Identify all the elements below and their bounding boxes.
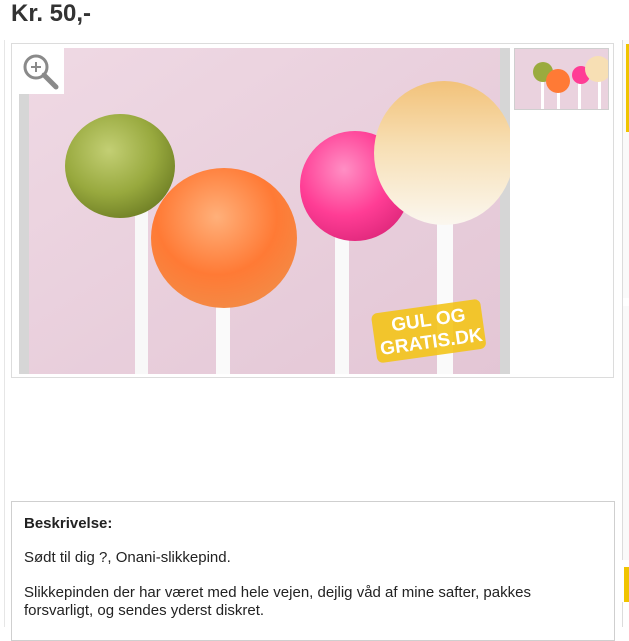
sidebar-edge xyxy=(622,40,629,560)
zoom-button[interactable] xyxy=(18,48,64,94)
sidebar-accent-lower xyxy=(624,567,629,602)
main-product-photo[interactable]: GUL OG GRATIS.DK xyxy=(19,48,510,374)
magnifier-plus-icon xyxy=(23,54,59,90)
image-gallery: GUL OG GRATIS.DK xyxy=(11,43,614,378)
price-label: Kr. 50,- xyxy=(11,0,92,27)
description-body: Slikkepinden der har været med hele veje… xyxy=(24,584,531,619)
thumbnail-1[interactable] xyxy=(514,48,609,110)
description-title: Beskrivelse: xyxy=(24,515,113,532)
left-divider xyxy=(4,40,5,627)
description-box: Beskrivelse: Sødt til dig ?, Onani-slikk… xyxy=(11,501,615,641)
description-line: Sødt til dig ?, Onani-slikkepind. xyxy=(24,549,231,566)
